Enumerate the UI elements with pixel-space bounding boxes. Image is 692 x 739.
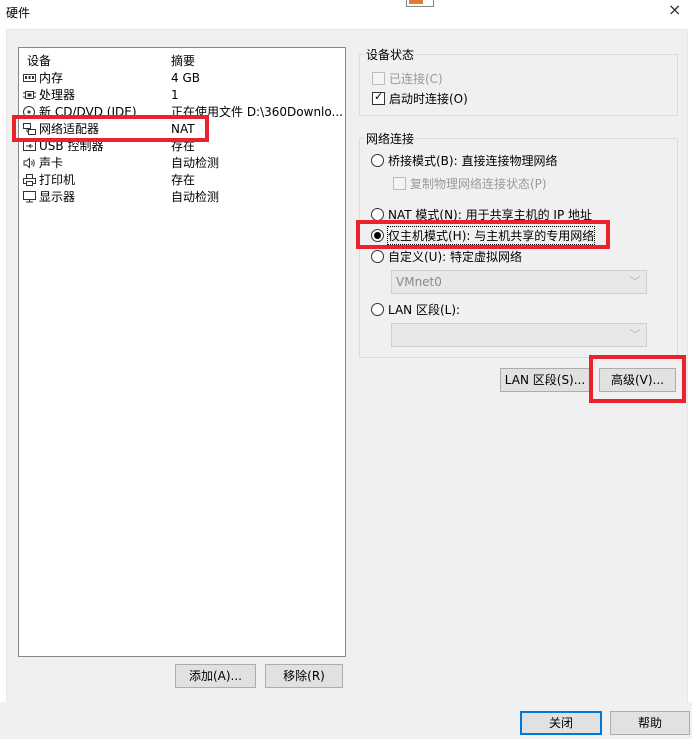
device-column-header[interactable]: 设备: [27, 52, 51, 69]
custom-radio[interactable]: [371, 250, 384, 263]
close-button[interactable]: 关闭: [520, 711, 602, 735]
lan-segment-radio[interactable]: [371, 303, 384, 316]
device-name: 处理器: [39, 88, 76, 102]
lan-segment-select[interactable]: ﹀: [391, 323, 647, 347]
lan-segments-button[interactable]: LAN 区段(S)...: [500, 368, 590, 392]
chevron-down-icon: ﹀: [630, 330, 640, 341]
connect-on-power-label: 启动时连接(O): [389, 92, 468, 106]
highlight-advanced: [589, 355, 686, 403]
device-summary: 1: [171, 88, 179, 102]
window-title: 硬件: [6, 6, 31, 20]
connected-label: 已连接(C): [389, 72, 443, 86]
device-row-processor[interactable]: 处理器 1: [19, 87, 345, 104]
summary-column-header[interactable]: 摘要: [171, 52, 195, 69]
bridged-radio[interactable]: [371, 154, 384, 167]
device-row-printer[interactable]: 打印机 存在: [19, 172, 345, 189]
device-name: 内存: [39, 71, 64, 85]
sound-card-icon: [23, 157, 36, 169]
highlight-host-only: [356, 220, 610, 249]
checkmark-icon: ✓: [374, 90, 384, 103]
device-summary: 自动检测: [171, 190, 220, 204]
highlight-network-adapter: [12, 115, 209, 142]
custom-label: 自定义(U): 特定虚拟网络: [388, 250, 523, 264]
custom-network-select[interactable]: VMnet0 ﹀: [391, 270, 647, 294]
device-summary: 自动检测: [171, 156, 220, 170]
memory-icon: [23, 72, 36, 84]
bridged-label: 桥接模式(B): 直接连接物理网络: [388, 154, 558, 168]
display-icon: [23, 191, 36, 203]
window-indicator-accent: [409, 0, 423, 4]
device-row-sound-card[interactable]: 声卡 自动检测: [19, 155, 345, 172]
replicate-checkbox[interactable]: [393, 177, 406, 190]
lan-segment-label: LAN 区段(L):: [388, 303, 461, 317]
device-row-display[interactable]: 显示器 自动检测: [19, 189, 345, 206]
printer-icon: [23, 174, 36, 186]
processor-icon: [23, 89, 36, 101]
add-button[interactable]: 添加(A)...: [175, 664, 256, 688]
help-button[interactable]: 帮助: [610, 711, 690, 735]
custom-network-value: VMnet0: [396, 275, 442, 289]
device-name: 声卡: [39, 156, 64, 170]
network-connection-title: 网络连接: [364, 130, 417, 147]
device-summary: 存在: [171, 173, 196, 187]
remove-button[interactable]: 移除(R): [265, 664, 343, 688]
connect-on-power-checkbox[interactable]: ✓: [372, 90, 385, 105]
chevron-down-icon: ﹀: [630, 277, 640, 288]
connected-checkbox[interactable]: [372, 72, 385, 85]
device-name: 打印机: [39, 173, 76, 187]
device-name: 显示器: [39, 190, 76, 204]
close-icon[interactable]: ×: [668, 0, 681, 19]
replicate-label: 复制物理网络连接状态(P): [410, 177, 547, 191]
device-row-memory[interactable]: 内存 4 GB: [19, 70, 345, 87]
device-status-title: 设备状态: [364, 46, 417, 63]
title-bar: [0, 0, 692, 28]
device-summary: 4 GB: [171, 71, 200, 85]
